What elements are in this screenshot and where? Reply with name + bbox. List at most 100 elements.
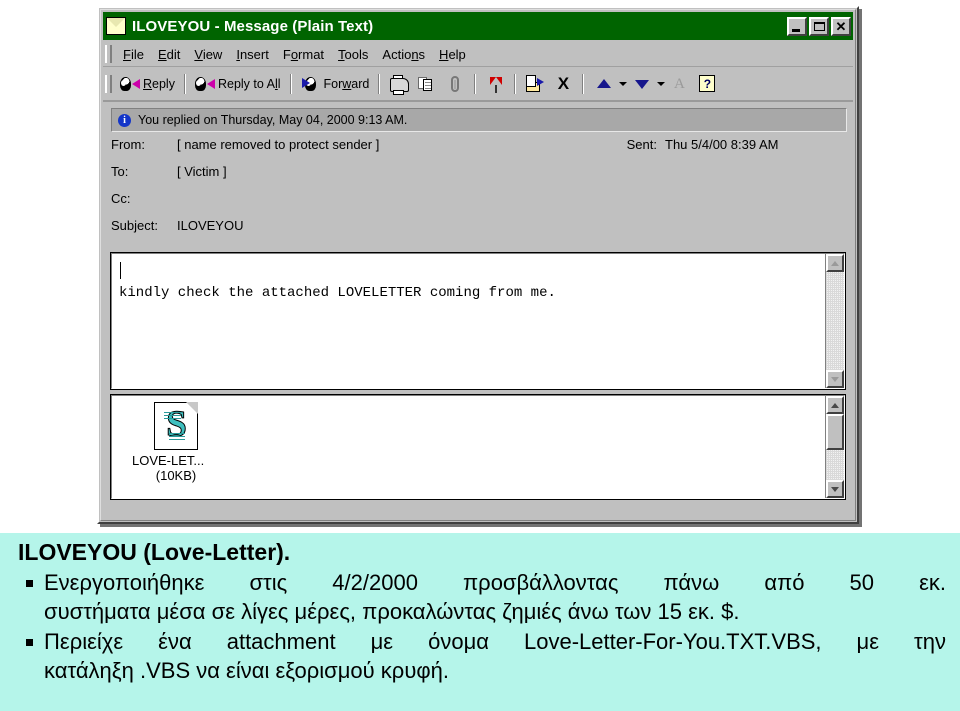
window-inner-frame: ILOVEYOU - Message (Plain Text) ✕ File E… bbox=[100, 9, 856, 521]
next-item-dropdown-icon[interactable] bbox=[655, 75, 666, 93]
menu-drag-grip[interactable] bbox=[105, 45, 112, 63]
toolbar-drag-grip[interactable] bbox=[105, 75, 112, 93]
to-value: [ Victim ] bbox=[177, 164, 227, 179]
toolbar-separator bbox=[183, 74, 186, 94]
attachment-item[interactable]: S LOVE-LET... (10KB) bbox=[130, 402, 222, 483]
previous-item-arrow-icon bbox=[593, 75, 613, 93]
message-header-fields: From: [ name removed to protect sender ]… bbox=[111, 137, 845, 245]
flag-button[interactable] bbox=[481, 72, 509, 96]
toolbar-separator bbox=[582, 74, 585, 94]
message-body-text: kindly check the attached LOVELETTER com… bbox=[119, 285, 556, 301]
menu-item-view[interactable]: View bbox=[187, 45, 229, 64]
to-row: To: [ Victim ] bbox=[111, 164, 845, 191]
delete-x-icon: X bbox=[557, 74, 570, 93]
attachment-scroll-thumb[interactable] bbox=[826, 414, 844, 450]
title-bar: ILOVEYOU - Message (Plain Text) ✕ bbox=[103, 12, 853, 40]
vbs-script-file-icon: S bbox=[154, 402, 198, 450]
attachment-scroll-down-button[interactable] bbox=[826, 480, 844, 498]
screenshot-root: ILOVEYOU - Message (Plain Text) ✕ File E… bbox=[0, 0, 960, 711]
reply-status-text: You replied on Thursday, May 04, 2000 9:… bbox=[138, 113, 408, 127]
message-body-content[interactable]: kindly check the attached LOVELETTER com… bbox=[112, 254, 825, 388]
list-item: Περιείχε ένα attachment με όνομα Love-Le… bbox=[14, 627, 946, 685]
list-item: Ενεργοποιήθηκε στις 4/2/2000 προσβάλλοντ… bbox=[14, 568, 946, 626]
message-body-pane[interactable]: kindly check the attached LOVELETTER com… bbox=[110, 252, 846, 390]
bullet-1-line-1: Ενεργοποιήθηκε στις 4/2/2000 προσβάλλοντ… bbox=[44, 570, 946, 595]
subject-row: Subject: ILOVEYOU bbox=[111, 218, 845, 245]
attachment-button[interactable] bbox=[441, 72, 469, 96]
attachment-scroll-track[interactable] bbox=[826, 450, 844, 480]
toolbar-separator bbox=[474, 74, 477, 94]
maximize-button[interactable] bbox=[809, 16, 829, 36]
delete-button[interactable]: X bbox=[549, 72, 577, 96]
print-button[interactable] bbox=[385, 72, 413, 96]
menu-item-format[interactable]: Format bbox=[276, 45, 331, 64]
menu-item-file[interactable]: File bbox=[116, 45, 151, 64]
subject-label: Subject: bbox=[111, 218, 158, 233]
reply-all-button[interactable]: Reply to All bbox=[191, 72, 285, 96]
toolbar: Reply Reply to All Forward X A ? bbox=[103, 68, 853, 102]
toolbar-separator bbox=[378, 74, 381, 94]
info-icon: i bbox=[118, 113, 131, 127]
from-row: From: [ name removed to protect sender ]… bbox=[111, 137, 845, 164]
bullet-2-line-1: Περιείχε ένα attachment με όνομα Love-Le… bbox=[44, 629, 946, 655]
move-to-folder-button[interactable] bbox=[521, 72, 549, 96]
menu-item-insert[interactable]: Insert bbox=[229, 45, 276, 64]
cc-row: Cc: bbox=[111, 191, 845, 218]
body-vertical-scrollbar[interactable] bbox=[825, 254, 844, 388]
sent-label: Sent: bbox=[626, 137, 657, 152]
reply-all-label: Reply to All bbox=[217, 77, 281, 91]
previous-item-dropdown-icon[interactable] bbox=[617, 75, 628, 93]
forward-button[interactable]: Forward bbox=[297, 72, 374, 96]
from-label: From: bbox=[111, 137, 145, 152]
next-item-button[interactable] bbox=[627, 72, 655, 96]
flag-icon bbox=[485, 75, 505, 93]
menu-bar: File Edit View Insert Format Tools Actio… bbox=[103, 42, 853, 67]
paperclip-icon bbox=[445, 75, 465, 93]
attachment-size: (10KB) bbox=[155, 468, 197, 483]
caption-bullet-list: Ενεργοποιήθηκε στις 4/2/2000 προσβάλλοντ… bbox=[14, 568, 946, 685]
bullet-1-line-2: συστήματα μέσα σε λίγες μέρες, προκαλώντ… bbox=[44, 599, 740, 625]
attachment-vertical-scrollbar[interactable] bbox=[825, 396, 844, 498]
sent-value: Thu 5/4/00 8:39 AM bbox=[665, 137, 779, 152]
caption-title: ILOVEYOU (Love-Letter). bbox=[18, 539, 291, 565]
window-controls: ✕ bbox=[787, 16, 851, 36]
subject-value: ILOVEYOU bbox=[177, 218, 244, 233]
from-value: [ name removed to protect sender ] bbox=[177, 137, 380, 152]
minimize-button[interactable] bbox=[787, 16, 807, 36]
close-button[interactable]: ✕ bbox=[831, 16, 851, 36]
text-caret bbox=[120, 262, 121, 279]
attachment-pane[interactable]: S LOVE-LET... (10KB) bbox=[110, 394, 846, 500]
menu-item-edit[interactable]: Edit bbox=[151, 45, 187, 64]
envelope-icon bbox=[106, 17, 126, 35]
move-to-folder-icon bbox=[525, 75, 545, 93]
window-title: ILOVEYOU - Message (Plain Text) bbox=[132, 17, 374, 35]
reply-status-bar: i You replied on Thursday, May 04, 2000 … bbox=[111, 108, 847, 132]
font-button: A bbox=[665, 72, 693, 96]
menu-item-tools[interactable]: Tools bbox=[331, 45, 375, 64]
forward-icon bbox=[301, 75, 321, 93]
attachment-scroll-up-button[interactable] bbox=[826, 396, 844, 414]
reply-label: Reply bbox=[143, 77, 175, 91]
help-button[interactable]: ? bbox=[693, 72, 721, 96]
toolbar-separator bbox=[289, 74, 292, 94]
to-label: To: bbox=[111, 164, 129, 179]
reply-button[interactable]: Reply bbox=[116, 72, 179, 96]
body-scroll-track[interactable] bbox=[826, 272, 844, 370]
copy-icon bbox=[417, 75, 437, 93]
cc-label: Cc: bbox=[111, 191, 131, 206]
copy-button[interactable] bbox=[413, 72, 441, 96]
previous-item-button[interactable] bbox=[589, 72, 617, 96]
attachment-list[interactable]: S LOVE-LET... (10KB) bbox=[112, 396, 825, 498]
menu-item-actions[interactable]: Actions bbox=[375, 45, 432, 64]
print-icon bbox=[389, 75, 410, 95]
font-a-icon: A bbox=[673, 75, 685, 92]
next-item-arrow-icon bbox=[631, 75, 651, 93]
body-scroll-up-button[interactable] bbox=[826, 254, 844, 272]
reply-all-icon bbox=[194, 75, 215, 93]
forward-label: Forward bbox=[323, 77, 370, 91]
caption-panel: ILOVEYOU (Love-Letter). Ενεργοποιήθηκε σ… bbox=[0, 533, 960, 711]
attachment-name: LOVE-LET... bbox=[132, 453, 205, 468]
body-scroll-down-button[interactable] bbox=[826, 370, 844, 388]
menu-item-help[interactable]: Help bbox=[432, 45, 473, 64]
help-question-icon: ? bbox=[697, 75, 717, 93]
